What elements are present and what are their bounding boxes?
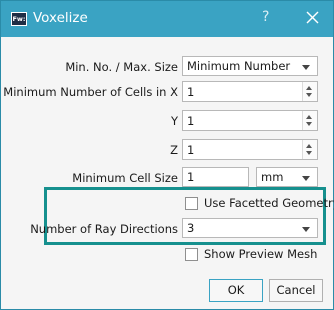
min-max-label: Min. No. / Max. Size — [65, 60, 178, 74]
min-cell-size-label: Minimum Cell Size — [72, 171, 178, 185]
title-bar[interactable]: Fw: Voxelize ? — [1, 1, 333, 37]
min-cells-x-spinbox[interactable]: 1 — [182, 81, 318, 102]
min-max-value: Minimum Number — [187, 59, 291, 73]
ray-directions-label: Number of Ray Directions — [30, 222, 178, 236]
min-cell-size-input[interactable]: 1 — [182, 167, 249, 187]
spin-down-icon[interactable] — [306, 122, 312, 126]
ray-directions-value: 3 — [187, 221, 195, 235]
chevron-down-icon — [302, 65, 310, 70]
ray-directions-select[interactable]: 3 — [182, 218, 318, 238]
spin-up-icon[interactable] — [306, 144, 312, 148]
z-value: 1 — [187, 143, 195, 157]
spin-buttons[interactable] — [302, 140, 317, 159]
y-label: Y — [170, 114, 178, 128]
min-cells-x-label: Minimum Number of Cells in X — [3, 85, 178, 99]
unit-value: mm — [261, 170, 284, 184]
use-faceted-checkbox[interactable] — [185, 197, 198, 210]
min-cells-x-value: 1 — [187, 85, 195, 99]
dialog-title: Voxelize — [33, 10, 88, 26]
close-icon — [306, 11, 319, 24]
spin-up-icon[interactable] — [306, 86, 312, 90]
ok-button[interactable]: OK — [209, 279, 263, 302]
spin-down-icon[interactable] — [306, 151, 312, 155]
spin-down-icon[interactable] — [306, 93, 312, 97]
spin-buttons[interactable] — [302, 82, 317, 101]
z-label: Z — [170, 143, 178, 157]
chevron-down-icon — [302, 227, 310, 232]
min-max-select[interactable]: Minimum Number — [182, 56, 318, 76]
show-preview-checkbox[interactable] — [185, 248, 198, 261]
min-cell-size-value: 1 — [187, 170, 195, 184]
voxelize-dialog: Fw: Voxelize ? Min. No. / Max. Size Mini… — [0, 0, 334, 310]
help-button[interactable]: ? — [262, 9, 269, 25]
use-faceted-label[interactable]: Use Facetted Geometry — [204, 196, 334, 210]
unit-select[interactable]: mm — [256, 167, 318, 187]
spin-up-icon[interactable] — [306, 115, 312, 119]
y-value: 1 — [187, 114, 195, 128]
chevron-down-icon — [302, 176, 310, 181]
app-logo-icon: Fw: — [11, 12, 27, 26]
y-spinbox[interactable]: 1 — [182, 110, 318, 131]
cancel-button[interactable]: Cancel — [269, 279, 323, 302]
close-button[interactable] — [303, 6, 323, 28]
z-spinbox[interactable]: 1 — [182, 139, 318, 160]
show-preview-label[interactable]: Show Preview Mesh — [204, 247, 317, 261]
spin-buttons[interactable] — [302, 111, 317, 130]
